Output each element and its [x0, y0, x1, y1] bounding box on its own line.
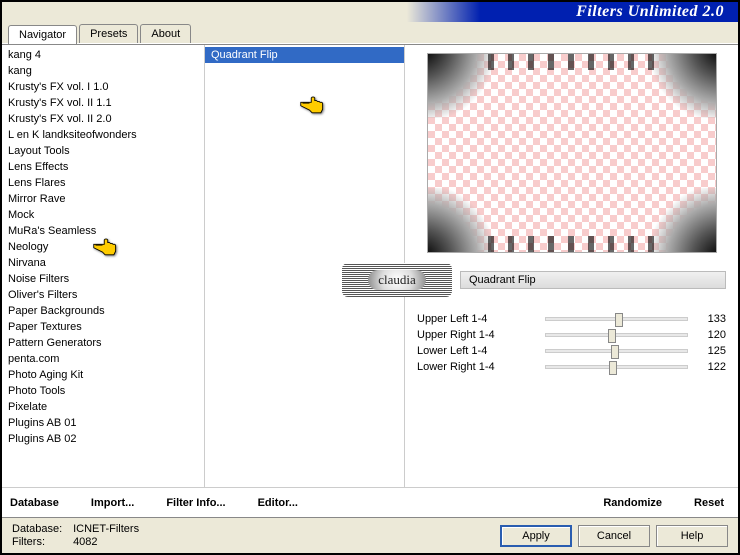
navigator-column: kang 4kangKrusty's FX vol. I 1.0Krusty's… [2, 45, 205, 487]
navigator-item[interactable]: Mock [2, 207, 204, 223]
param-label: Upper Right 1-4 [417, 329, 537, 341]
navigator-item[interactable]: Mirror Rave [2, 191, 204, 207]
param-row: Upper Left 1-4 133 [417, 311, 726, 327]
slider-thumb[interactable] [608, 329, 616, 343]
status-db-label: Database: [12, 523, 70, 535]
hand-quadrant-flip [299, 93, 327, 115]
parameter-list: Upper Left 1-4 133 Upper Right 1-4 120 Lower… [417, 311, 726, 375]
param-slider[interactable] [545, 333, 688, 337]
slider-thumb[interactable] [611, 345, 619, 359]
hand-mirror-rave [92, 235, 120, 257]
navigator-item[interactable]: Pattern Generators [2, 335, 204, 351]
status-db-value: ICNET-Filters [73, 523, 139, 535]
param-slider[interactable] [545, 349, 688, 353]
filter-info-button[interactable]: Filter Info... [164, 495, 227, 511]
navigator-item[interactable]: L en K landksiteofwonders [2, 127, 204, 143]
navigator-item[interactable]: Photo Aging Kit [2, 367, 204, 383]
navigator-item[interactable]: penta.com [2, 351, 204, 367]
dialog-buttons: Apply Cancel Help [500, 525, 728, 547]
author-badge: claudia [342, 263, 452, 297]
status-filters-value: 4082 [73, 536, 97, 548]
param-label: Upper Left 1-4 [417, 313, 537, 325]
navigator-item[interactable]: Plugins AB 01 [2, 415, 204, 431]
navigator-item[interactable]: Lens Effects [2, 159, 204, 175]
filter-title-row: claudia Quadrant Flip [417, 263, 726, 297]
param-value: 122 [696, 361, 726, 373]
param-label: Lower Right 1-4 [417, 361, 537, 373]
param-slider[interactable] [545, 365, 688, 369]
author-badge-label: claudia [368, 270, 426, 290]
param-label: Lower Left 1-4 [417, 345, 537, 357]
navigator-item[interactable]: Nirvana [2, 255, 204, 271]
filter-title-bar: Quadrant Flip [460, 271, 726, 289]
reset-button[interactable]: Reset [692, 495, 726, 511]
window-title: Filters Unlimited 2.0 [576, 3, 724, 21]
param-row: Upper Right 1-4 120 [417, 327, 726, 343]
preview-column: claudia Quadrant Flip Upper Left 1-4133U… [405, 45, 738, 487]
navigator-listbox[interactable]: kang 4kangKrusty's FX vol. I 1.0Krusty's… [2, 45, 204, 487]
filter-item[interactable]: Quadrant Flip [205, 47, 404, 63]
param-row: Lower Left 1-4 125 [417, 343, 726, 359]
param-value: 125 [696, 345, 726, 357]
help-button[interactable]: Help [656, 525, 728, 547]
action-button-row: Database Import... Filter Info... Editor… [2, 487, 738, 517]
footer: Database: ICNET-Filters Filters: 4082 Ap… [2, 517, 738, 553]
preview-image [427, 53, 717, 253]
param-slider[interactable] [545, 317, 688, 321]
navigator-item[interactable]: Lens Flares [2, 175, 204, 191]
navigator-item[interactable]: Paper Textures [2, 319, 204, 335]
navigator-item[interactable]: Krusty's FX vol. II 2.0 [2, 111, 204, 127]
navigator-item[interactable]: Plugins AB 02 [2, 431, 204, 447]
apply-button[interactable]: Apply [500, 525, 572, 547]
status-filters-label: Filters: [12, 536, 70, 548]
randomize-button[interactable]: Randomize [601, 495, 664, 511]
navigator-item[interactable]: kang [2, 63, 204, 79]
param-value: 120 [696, 329, 726, 341]
navigator-item[interactable]: Photo Tools [2, 383, 204, 399]
navigator-item[interactable]: Paper Backgrounds [2, 303, 204, 319]
slider-thumb[interactable] [609, 361, 617, 375]
tab-presets[interactable]: Presets [79, 24, 138, 43]
navigator-item[interactable]: Oliver's Filters [2, 287, 204, 303]
navigator-item[interactable]: Noise Filters [2, 271, 204, 287]
navigator-item[interactable]: kang 4 [2, 47, 204, 63]
cancel-button[interactable]: Cancel [578, 525, 650, 547]
status-area: Database: ICNET-Filters Filters: 4082 [12, 523, 139, 548]
titlebar: Filters Unlimited 2.0 [2, 2, 738, 22]
tab-about[interactable]: About [140, 24, 191, 43]
param-value: 133 [696, 313, 726, 325]
editor-button[interactable]: Editor... [256, 495, 300, 511]
navigator-item[interactable]: Krusty's FX vol. II 1.1 [2, 95, 204, 111]
database-button[interactable]: Database [8, 495, 61, 511]
import-button[interactable]: Import... [89, 495, 136, 511]
content-area: kang 4kangKrusty's FX vol. I 1.0Krusty's… [2, 44, 738, 487]
navigator-item[interactable]: Layout Tools [2, 143, 204, 159]
navigator-item[interactable]: Krusty's FX vol. I 1.0 [2, 79, 204, 95]
navigator-item[interactable]: Pixelate [2, 399, 204, 415]
slider-thumb[interactable] [615, 313, 623, 327]
tab-bar: Navigator Presets About [2, 22, 738, 44]
param-row: Lower Right 1-4 122 [417, 359, 726, 375]
current-filter-name: Quadrant Flip [469, 274, 536, 286]
tab-navigator[interactable]: Navigator [8, 25, 77, 44]
